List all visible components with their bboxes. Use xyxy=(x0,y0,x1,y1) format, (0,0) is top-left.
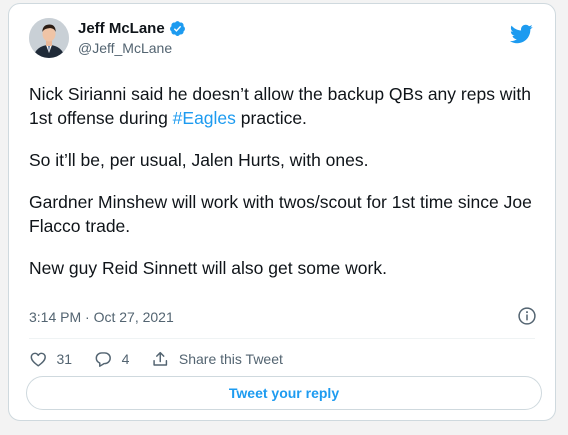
tweet-card[interactable]: Jeff McLane @Jeff_McLane Nick Sirianni s… xyxy=(8,3,556,421)
tweet-paragraph: Nick Sirianni said he doesn’t allow the … xyxy=(29,82,544,130)
reply-count: 4 xyxy=(121,351,130,368)
tweet-timestamp[interactable]: 3:14 PM · Oct 27, 2021 xyxy=(29,309,174,325)
tweet-paragraph: New guy Reid Sinnett will also get some … xyxy=(29,258,387,278)
twitter-bird-icon[interactable] xyxy=(509,22,533,46)
tweet-paragraph: So it’ll be, per usual, Jalen Hurts, wit… xyxy=(29,150,369,170)
avatar[interactable] xyxy=(29,18,69,58)
tweet-your-reply-label: Tweet your reply xyxy=(228,385,340,401)
heart-icon xyxy=(30,352,46,367)
like-button[interactable]: 31 xyxy=(29,350,72,369)
verified-badge-icon xyxy=(169,20,186,37)
share-button[interactable]: Share this Tweet xyxy=(151,350,283,369)
tweet-text-segment: practice. xyxy=(235,108,307,128)
reply-button[interactable]: 4 xyxy=(94,350,129,369)
like-count: 31 xyxy=(56,351,73,368)
hashtag-link[interactable]: #Eagles xyxy=(173,108,236,128)
tweet-header: Jeff McLane @Jeff_McLane xyxy=(29,18,186,58)
share-icon xyxy=(153,351,168,366)
comment-icon xyxy=(95,352,111,367)
tweet-actions: 31 4 Share this Tweet xyxy=(29,350,305,369)
info-icon[interactable] xyxy=(517,306,537,326)
tweet-paragraph: Gardner Minshew will work with twos/scou… xyxy=(29,192,532,236)
tweet-your-reply-button[interactable]: Tweet your reply xyxy=(26,376,542,410)
divider xyxy=(29,338,535,339)
author-info: Jeff McLane @Jeff_McLane xyxy=(78,20,186,57)
author-name[interactable]: Jeff McLane xyxy=(78,20,165,38)
share-label: Share this Tweet xyxy=(178,351,283,368)
tweet-text: Nick Sirianni said he doesn’t allow the … xyxy=(29,82,544,298)
author-handle[interactable]: @Jeff_McLane xyxy=(78,40,186,57)
